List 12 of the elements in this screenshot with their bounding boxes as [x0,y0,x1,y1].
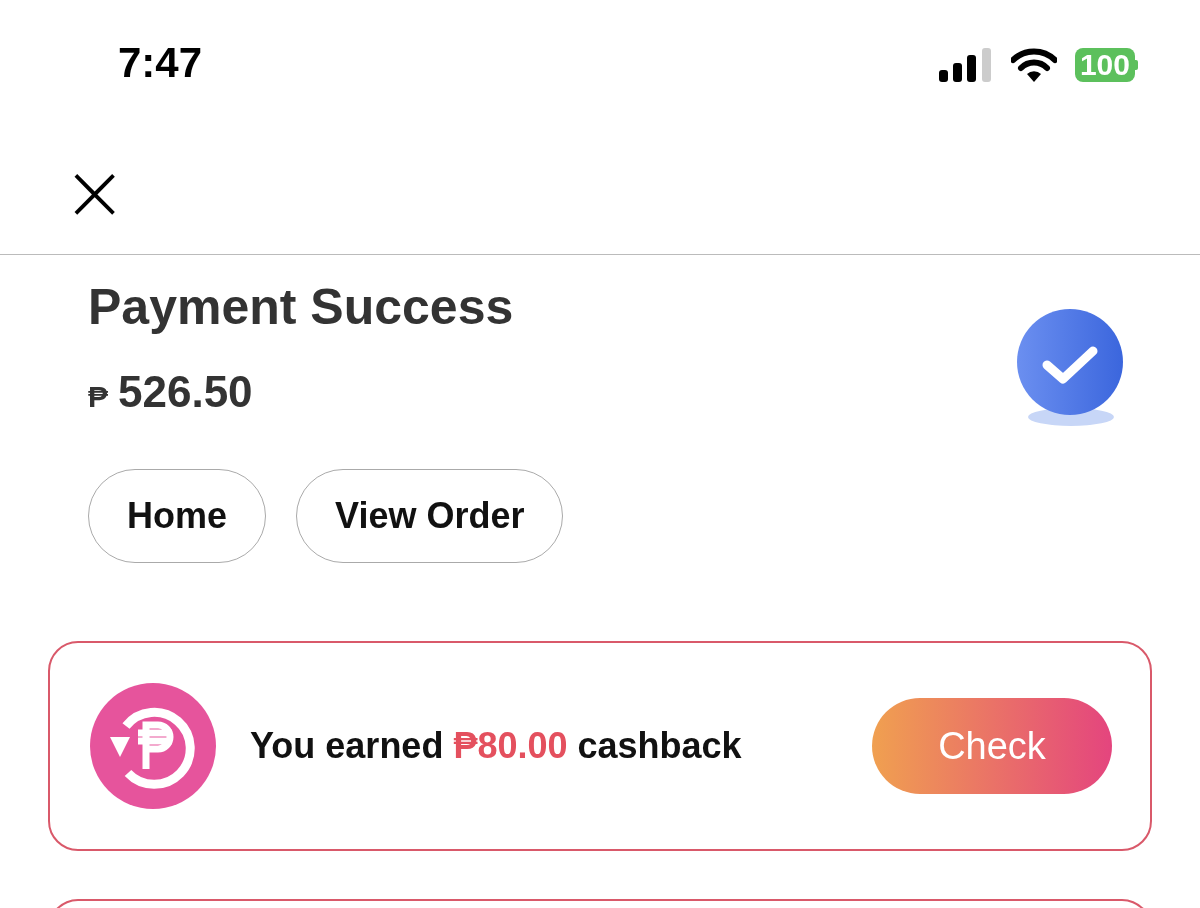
cashback-icon [88,681,218,811]
battery-icon: 100 [1074,48,1138,82]
nav-button[interactable]: View Order [296,469,564,563]
success-check-icon [1016,309,1126,429]
close-button[interactable]: × [62,160,128,224]
nav-button[interactable]: Home [88,469,267,563]
cashback-message: You earned ₱80.00 cashback [250,725,743,767]
payment-amount: ₱ 526.50 [88,367,254,417]
clock-time: 7:47 [118,39,204,88]
wifi-icon [1010,48,1057,82]
signal-icon [938,48,993,82]
page-title: Payment Success [88,278,514,337]
